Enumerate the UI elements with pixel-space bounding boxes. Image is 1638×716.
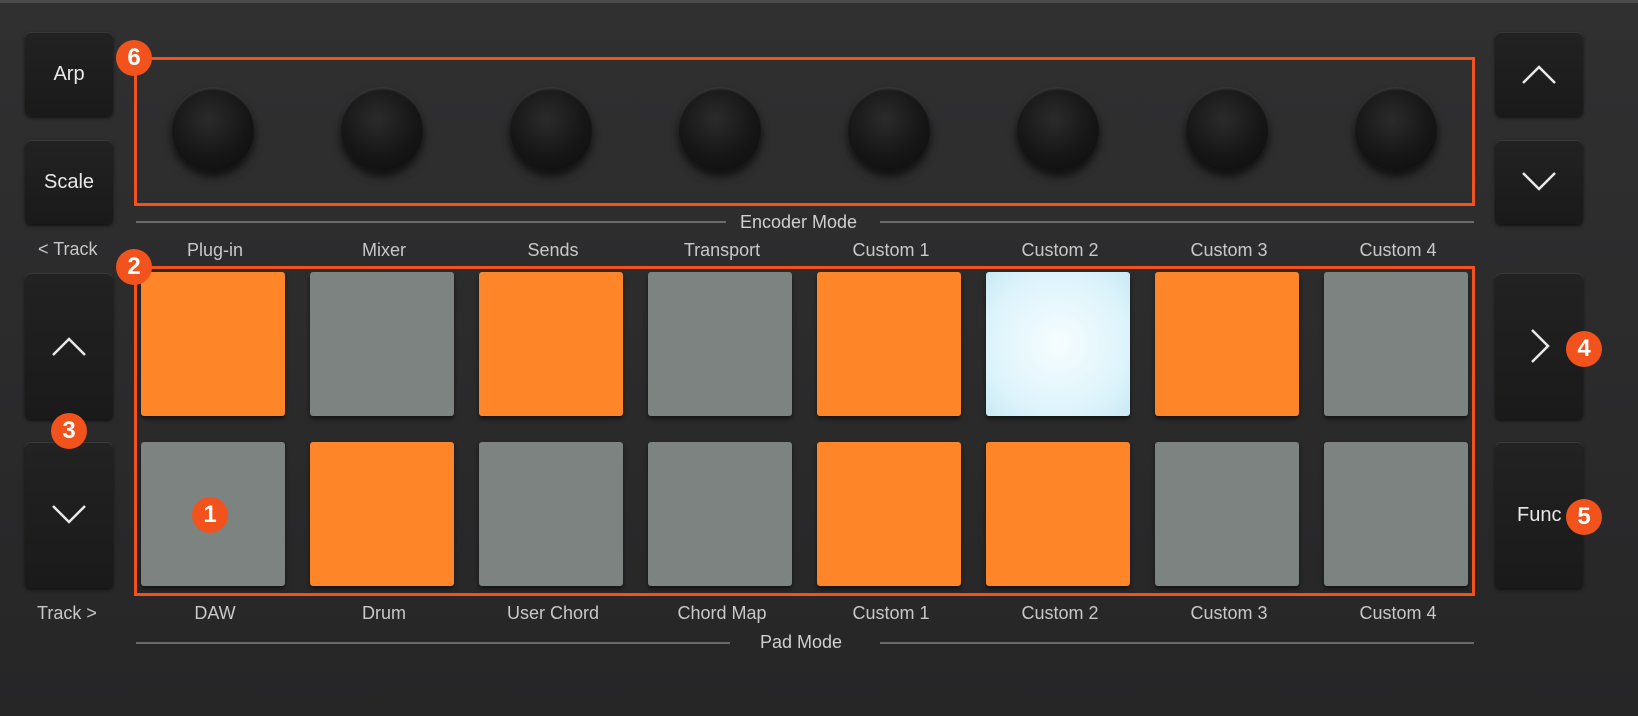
controller-panel: Arp Scale < Track Track > Func Encoder M… (0, 0, 1638, 716)
scale-button-label: Scale (43, 170, 95, 193)
pad-highlight-frame (134, 266, 1475, 596)
encoder-mode-line-left (136, 221, 726, 223)
track-prev-label: < Track (38, 239, 98, 259)
arp-button-label: Arp (53, 62, 85, 85)
pad-mode-label: Custom 3 (1190, 603, 1268, 623)
callout-badge: 5 (1566, 499, 1602, 535)
chevron-up-icon (52, 337, 86, 356)
pad-mode-line-right (880, 642, 1474, 644)
pad-mode-label: Chord Map (677, 603, 767, 623)
scroll-down-button[interactable] (1495, 140, 1583, 224)
encoder-mode-label: Custom 3 (1190, 240, 1268, 260)
callout-badge: 4 (1566, 331, 1602, 367)
chevron-down-icon (1522, 172, 1556, 191)
encoder-mode-label: Transport (683, 240, 761, 260)
chevron-right-icon (1531, 329, 1550, 363)
chevron-up-icon (1522, 65, 1556, 84)
pad-mode-label: User Chord (506, 603, 600, 623)
pad-mode-label: Custom 4 (1359, 603, 1437, 623)
pad-mode-label: DAW (194, 603, 236, 623)
pad-mode-label: Custom 2 (1021, 603, 1099, 623)
pad-mode-title: Pad Mode (760, 632, 843, 652)
encoder-mode-label: Custom 1 (852, 240, 930, 260)
pad-mode-label: Custom 1 (852, 603, 930, 623)
callout-badge: 1 (192, 497, 228, 533)
pad-mode-label: Drum (362, 603, 406, 623)
scroll-up-button[interactable] (1495, 32, 1583, 116)
encoder-mode-label: Custom 2 (1021, 240, 1099, 260)
callout-badge: 2 (116, 249, 152, 285)
track-next-label: Track > (37, 603, 97, 623)
encoder-mode-label: Plug-in (186, 240, 244, 260)
encoder-highlight-frame (134, 57, 1475, 206)
track-prev-button[interactable] (25, 273, 113, 419)
top-edge (0, 0, 1638, 3)
encoder-mode-label: Custom 4 (1359, 240, 1437, 260)
encoder-mode-label: Mixer (362, 240, 406, 260)
track-next-button[interactable] (25, 442, 113, 588)
scale-button[interactable]: Scale (25, 140, 113, 224)
chevron-down-icon (52, 505, 86, 524)
callout-badge: 6 (116, 40, 152, 76)
encoder-mode-label: Sends (527, 240, 579, 260)
pad-mode-line-left (136, 642, 730, 644)
encoder-mode-title: Encoder Mode (740, 212, 858, 232)
encoder-mode-line-right (880, 221, 1474, 223)
arp-button[interactable]: Arp (25, 32, 113, 116)
func-button-label: Func (1517, 503, 1562, 526)
callout-badge: 3 (51, 413, 87, 449)
